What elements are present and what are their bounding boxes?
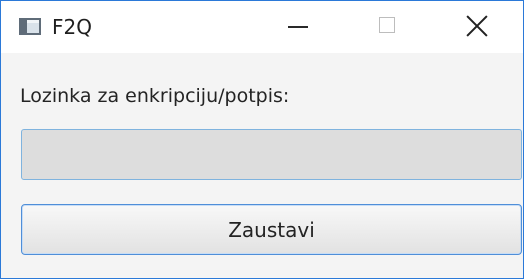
password-label: Lozinka za enkripciju/potpis: [20,85,290,107]
application-window-icon [19,18,41,35]
title-bar[interactable]: F2Q [1,1,523,53]
minimize-icon [288,26,308,28]
app-window: F2Q Lozinka za enkripciju/potpis: Zausta… [0,0,524,279]
window-controls [253,1,523,53]
window-title: F2Q [52,15,92,39]
stop-button[interactable]: Zaustavi [21,204,522,255]
maximize-icon [379,17,395,33]
close-icon [465,14,489,38]
minimize-button[interactable] [253,1,343,53]
password-field[interactable] [21,129,522,180]
close-button[interactable] [433,1,523,53]
maximize-button[interactable] [343,1,433,53]
